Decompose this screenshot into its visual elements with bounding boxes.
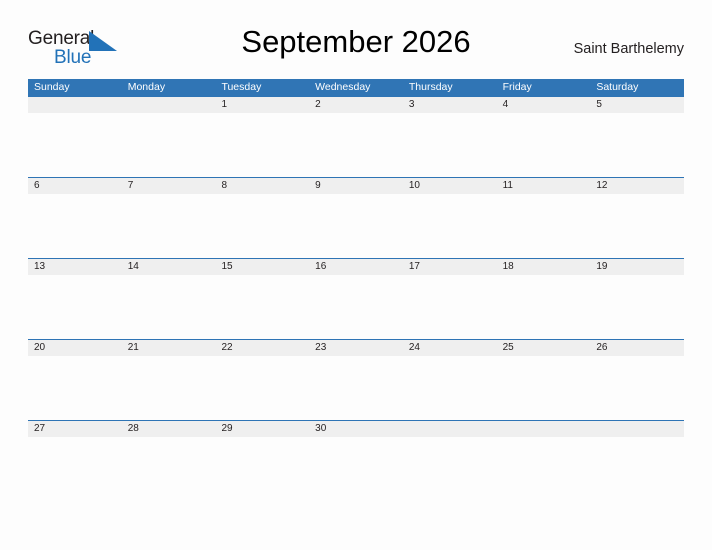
day-cell[interactable]: 23 [309,340,403,356]
location-label: Saint Barthelemy [573,41,684,57]
day-cell[interactable]: 17 [403,259,497,275]
week-row: 20 21 22 23 24 25 26 [28,339,684,420]
dow-sunday: Sunday [34,81,70,93]
logo-text-blue: Blue [54,47,92,68]
dow-thursday: Thursday [408,81,453,93]
day-cell[interactable]: 14 [122,259,216,275]
week-event-area[interactable] [28,113,684,177]
day-cell[interactable]: 26 [590,340,684,356]
dow-tuesday: Tuesday [221,81,262,93]
day-cell[interactable]: 7 [122,178,216,194]
day-cell[interactable]: 20 [28,340,122,356]
dow-monday: Monday [127,81,166,93]
day-cell[interactable]: 21 [122,340,216,356]
day-cell[interactable] [28,97,122,113]
general-blue-logo[interactable]: General Blue [28,28,138,72]
day-cell[interactable] [497,421,591,437]
day-cell[interactable]: 25 [497,340,591,356]
week-row: 1 2 3 4 5 [28,96,684,177]
week-event-area[interactable] [28,275,684,339]
day-cell[interactable]: 1 [215,97,309,113]
day-cell[interactable]: 12 [590,178,684,194]
day-cell[interactable]: 2 [309,97,403,113]
week-event-area[interactable] [28,194,684,258]
day-cell[interactable]: 4 [497,97,591,113]
day-cell[interactable] [590,421,684,437]
day-cell[interactable]: 11 [497,178,591,194]
week-event-area[interactable] [28,437,684,501]
triangle-icon [88,30,118,52]
day-cell[interactable]: 6 [28,178,122,194]
calendar-page: General Blue September 2026 Saint Barthe… [0,0,712,550]
day-cell[interactable] [122,97,216,113]
dow-saturday: Saturday [596,81,639,93]
day-cell[interactable]: 30 [309,421,403,437]
week-date-band: 6 7 8 9 10 11 12 [28,178,684,194]
day-cell[interactable]: 13 [28,259,122,275]
dow-wednesday: Wednesday [315,81,371,93]
week-row: 13 14 15 16 17 18 19 [28,258,684,339]
page-header: General Blue September 2026 Saint Barthe… [28,24,684,72]
week-date-band: 1 2 3 4 5 [28,97,684,113]
day-cell[interactable]: 29 [215,421,309,437]
week-row: 6 7 8 9 10 11 12 [28,177,684,258]
day-cell[interactable]: 10 [403,178,497,194]
week-row: 27 28 29 30 [28,420,684,501]
day-cell[interactable]: 19 [590,259,684,275]
day-cell[interactable]: 24 [403,340,497,356]
week-date-band: 27 28 29 30 [28,421,684,437]
calendar-grid: Sunday Monday Tuesday Wednesday Thursday… [28,79,684,501]
week-date-band: 13 14 15 16 17 18 19 [28,259,684,275]
day-cell[interactable]: 15 [215,259,309,275]
day-cell[interactable]: 22 [215,340,309,356]
day-cell[interactable]: 28 [122,421,216,437]
week-date-band: 20 21 22 23 24 25 26 [28,340,684,356]
dow-friday: Friday [502,81,532,93]
day-cell[interactable]: 9 [309,178,403,194]
day-cell[interactable] [403,421,497,437]
day-cell[interactable]: 16 [309,259,403,275]
page-title: September 2026 [241,24,471,59]
day-cell[interactable]: 5 [590,97,684,113]
day-of-week-header: Sunday Monday Tuesday Wednesday Thursday… [28,79,684,96]
day-cell[interactable]: 18 [497,259,591,275]
day-cell[interactable]: 8 [215,178,309,194]
day-cell[interactable]: 3 [403,97,497,113]
day-cell[interactable]: 27 [28,421,122,437]
week-event-area[interactable] [28,356,684,420]
